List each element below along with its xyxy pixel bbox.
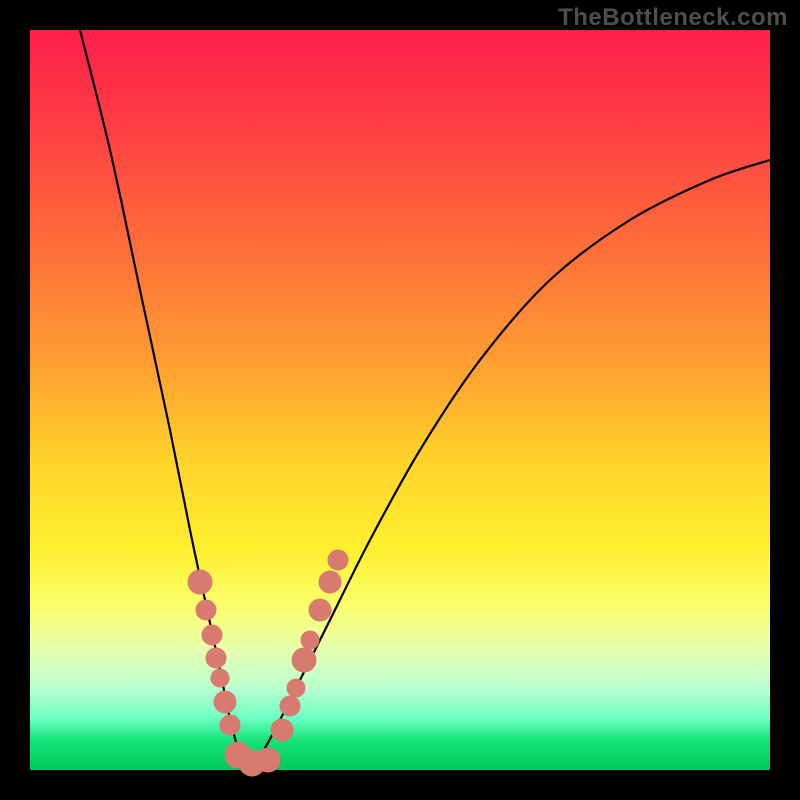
- highlight-dot: [220, 715, 240, 735]
- watermark-text: TheBottleneck.com: [558, 4, 788, 32]
- highlight-dot: [206, 648, 226, 668]
- highlight-dot: [188, 570, 212, 594]
- plot-area: [30, 30, 770, 770]
- highlight-dot: [196, 600, 216, 620]
- chart-frame: TheBottleneck.com: [0, 0, 800, 800]
- highlight-dot: [202, 625, 222, 645]
- highlight-dot: [256, 748, 280, 772]
- bottleneck-curve: [80, 30, 770, 766]
- highlight-dot: [280, 696, 300, 716]
- highlight-dot: [214, 691, 236, 713]
- highlight-dot: [211, 669, 229, 687]
- highlight-dot: [309, 599, 331, 621]
- highlight-dot: [328, 550, 348, 570]
- highlight-dot: [319, 571, 341, 593]
- highlight-dot: [271, 719, 293, 741]
- highlight-dot: [287, 679, 305, 697]
- highlight-dot: [292, 648, 316, 672]
- curve-svg: [30, 30, 770, 770]
- highlight-dot: [301, 631, 319, 649]
